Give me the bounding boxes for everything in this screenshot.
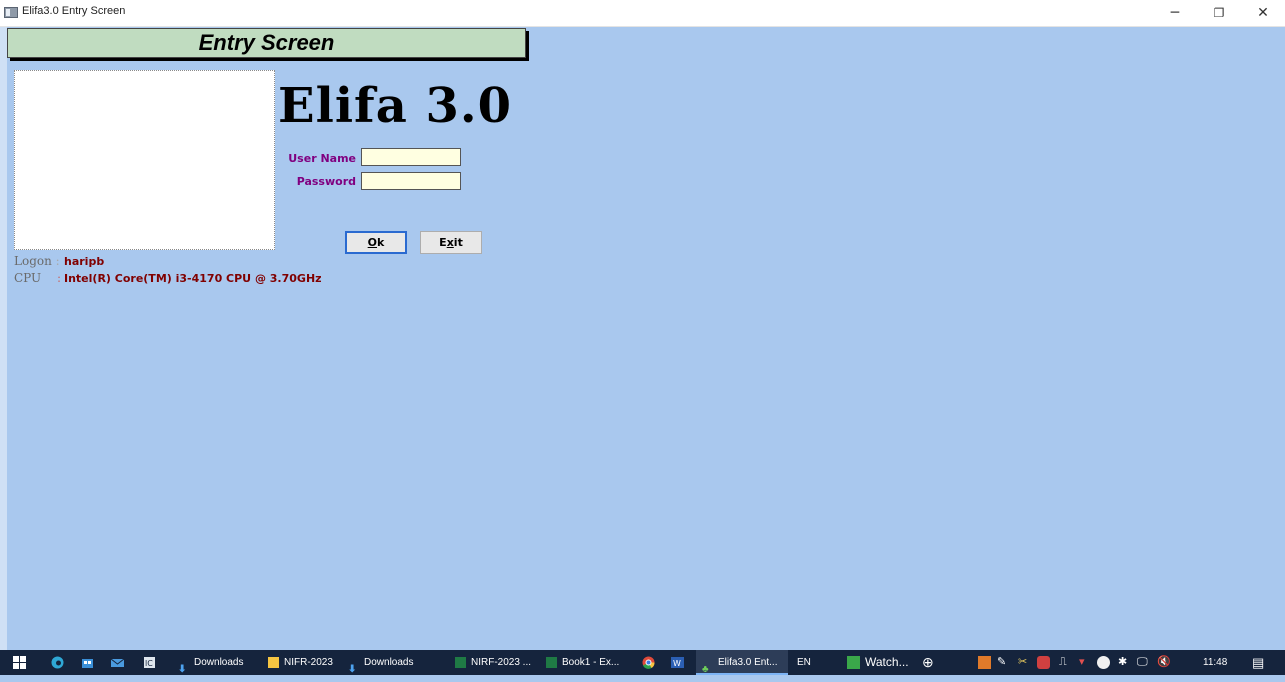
taskbar-label: NIFR-2023 <box>284 657 333 668</box>
globe-icon[interactable]: ⊕ <box>922 650 934 675</box>
download-arrow-icon: ⬇ <box>178 663 187 675</box>
tray-app-icon[interactable] <box>978 656 991 669</box>
tray-tool-icon[interactable]: ✂ <box>1018 650 1027 675</box>
taskbar-label: Book1 - Ex... <box>562 657 620 668</box>
svg-text:W: W <box>673 659 681 668</box>
entry-screen-banner: Entry Screen <box>7 28 526 58</box>
tray-bluetooth-icon[interactable]: ✱ <box>1118 650 1127 675</box>
tray-pen-icon[interactable]: ✎ <box>997 650 1006 675</box>
ok-mnemonic: O <box>367 236 378 249</box>
taskbar-label: Elifa3.0 Ent... <box>718 657 778 668</box>
restore-button[interactable]: ❐ <box>1199 0 1239 26</box>
folder-icon <box>268 656 279 668</box>
taskbar-item-downloads-2[interactable]: ⬇ Downloads <box>348 650 413 675</box>
window-left-edge <box>0 27 7 650</box>
app-name-heading: Elifa 3.0 <box>278 78 513 134</box>
excel-icon <box>455 656 466 668</box>
tree-icon: ♣ <box>702 663 709 675</box>
app-window-icon <box>4 7 18 18</box>
password-label: Password <box>296 175 356 188</box>
tray-volume-muted-icon[interactable]: 🔇 <box>1157 650 1171 675</box>
notification-icon[interactable]: ▤ <box>1252 650 1264 675</box>
logon-separator: : <box>55 254 60 268</box>
windows-start-icon[interactable] <box>13 656 26 669</box>
window-titlebar: Elifa3.0 Entry Screen ─ ❐ ✕ <box>0 0 1285 27</box>
word-icon[interactable]: W <box>671 656 684 669</box>
taskbar-item-elifa[interactable]: ♣ Elifa3.0 Ent... <box>696 650 788 675</box>
cpu-separator: : <box>57 271 62 285</box>
cpu-label-text: CPU <box>14 271 42 285</box>
taskbar-label: Downloads <box>194 657 244 668</box>
tray-usb-icon[interactable]: ⎍ <box>1059 650 1067 675</box>
banner-title: Entry Screen <box>198 30 335 55</box>
excel-icon <box>546 656 557 668</box>
logon-value: haripb <box>64 255 105 268</box>
watch-icon <box>847 656 860 670</box>
taskbar-item-watch[interactable]: Watch... <box>847 650 909 675</box>
exit-prefix: E <box>439 236 447 249</box>
download-arrow-icon: ⬇ <box>348 663 357 675</box>
password-input[interactable] <box>361 172 461 190</box>
mail-icon[interactable] <box>111 656 124 669</box>
ok-button[interactable]: Ok <box>345 231 407 254</box>
tray-security-icon[interactable] <box>1037 656 1050 669</box>
taskbar-item-nirf-excel[interactable]: NIRF-2023 ... <box>455 650 531 675</box>
taskbar-item-nifr-folder[interactable]: NIFR-2023 <box>268 650 333 675</box>
minimize-button[interactable]: ─ <box>1155 0 1195 26</box>
taskbar-label: Downloads <box>364 657 414 668</box>
taskbar-item-downloads-1[interactable]: ⬇ Downloads <box>178 650 243 675</box>
edge-browser-icon[interactable] <box>51 656 64 669</box>
app-pinned-icon[interactable]: lC <box>143 656 156 669</box>
logon-label: Logon : <box>14 254 60 268</box>
username-label: User Name <box>288 152 356 165</box>
chrome-icon[interactable] <box>642 656 655 669</box>
logon-label-text: Logon <box>14 254 52 268</box>
taskbar-label: NIRF-2023 ... <box>471 657 532 668</box>
exit-rest: it <box>453 236 463 249</box>
exit-mnemonic: x <box>446 236 454 249</box>
svg-text:lC: lC <box>145 659 153 668</box>
window-title: Elifa3.0 Entry Screen <box>22 5 126 17</box>
taskbar-clock[interactable]: 11:48 <box>1203 650 1227 675</box>
taskbar: lC ⬇ Downloads NIFR-2023 ⬇ Downloads NIRF-… <box>0 650 1285 675</box>
cpu-label: CPU : <box>14 271 61 285</box>
tray-disc-icon[interactable] <box>1097 656 1110 669</box>
taskbar-item-book1-excel[interactable]: Book1 - Ex... <box>546 650 619 675</box>
taskbar-label: Watch... <box>865 655 909 669</box>
tray-network-icon[interactable]: 🖵 <box>1137 650 1148 675</box>
close-button[interactable]: ✕ <box>1243 0 1283 26</box>
taskbar-language-indicator[interactable]: EN <box>797 650 811 675</box>
exit-button[interactable]: Exit <box>420 231 482 254</box>
cpu-value: Intel(R) Core(TM) i3-4170 CPU @ 3.70GHz <box>64 272 322 285</box>
tray-antivirus-icon[interactable]: ▾ <box>1079 650 1085 675</box>
username-input[interactable] <box>361 148 461 166</box>
store-icon[interactable] <box>81 656 94 669</box>
logo-picture-box <box>14 70 275 250</box>
ok-rest: k <box>377 236 385 249</box>
